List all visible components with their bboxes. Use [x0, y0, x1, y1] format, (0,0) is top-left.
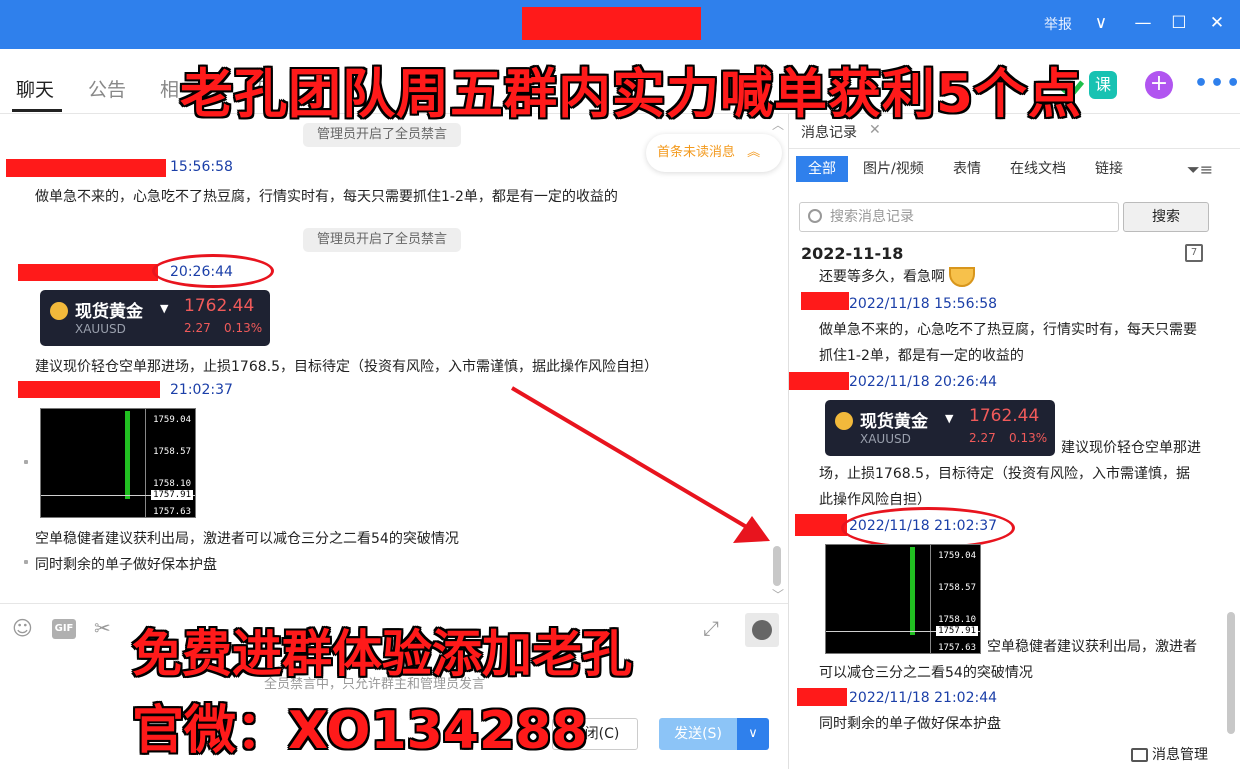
gold-quote-card[interactable]: 现货黄金 ▼ XAUUSD 1762.44 2.27 0.13% — [825, 400, 1055, 456]
chart-label: 1757.63 — [938, 643, 976, 653]
message-manage-icon — [1131, 748, 1148, 762]
gold-coin-icon — [835, 412, 853, 430]
search-icon — [808, 209, 822, 223]
redacted-sender — [789, 372, 849, 390]
gold-price: 1762.44 — [969, 406, 1040, 426]
gold-name: 现货黄金 — [860, 412, 928, 432]
date-heading: 2022-11-18 — [801, 244, 904, 263]
history-clock-icon[interactable] — [745, 613, 779, 647]
history-message: 可以减仓三分之二看54的突破情况 — [819, 665, 1033, 681]
search-button[interactable]: 搜索 — [1123, 202, 1209, 232]
gold-code: XAUUSD — [860, 432, 911, 446]
gold-change: 2.27 — [969, 431, 996, 445]
history-message: 还要等多久，看急啊 — [819, 264, 976, 290]
send-button[interactable]: 发送(S) — [659, 718, 737, 750]
filter-emoji[interactable]: 表情 — [941, 156, 993, 182]
history-message: 抓住1-2单，都是有一定的收益的 — [819, 348, 1024, 364]
history-message-text: 还要等多久，看急啊 — [819, 269, 945, 285]
promo-banner-top: 老孔团队周五群内实力喊单获利5个点 — [180, 64, 1082, 125]
chart-label: 1758.57 — [938, 583, 976, 593]
message-management-label: 消息管理 — [1152, 747, 1208, 763]
promo-banner-bottom-2: 官微：XO134288 — [132, 701, 588, 761]
grin-emoji-icon — [949, 267, 976, 287]
price-bar — [910, 547, 915, 635]
history-time: 2022/11/18 21:02:44 — [849, 690, 998, 706]
send-options-button[interactable]: ∨ — [737, 718, 769, 750]
divider — [789, 148, 1240, 149]
calendar-icon[interactable]: 7 — [1185, 244, 1203, 262]
expand-icon[interactable]: ⤢ — [703, 616, 719, 640]
filter-links[interactable]: 链接 — [1083, 156, 1135, 182]
history-message: 建议现价轻仓空单那进 — [1061, 440, 1201, 456]
redacted-sender — [801, 292, 849, 310]
gif-icon[interactable]: GIF — [52, 619, 76, 639]
chart-divider — [930, 545, 931, 653]
search-placeholder: 搜索消息记录 — [830, 209, 914, 225]
gold-percent: 0.13% — [1009, 431, 1048, 445]
history-time: 2022/11/18 20:26:44 — [849, 374, 998, 390]
scissors-icon[interactable]: ✂ — [94, 616, 111, 640]
message-management-button[interactable]: 消息管理 — [1131, 744, 1208, 764]
filter-all[interactable]: 全部 — [796, 156, 848, 182]
history-message: 场，止损1768.5，目标待定（投资有风险，入市需谨慎，据 — [819, 466, 1190, 482]
filter-funnel-icon[interactable]: ⏷≡ — [1187, 160, 1213, 180]
chat-window: 举报 ∨ — ☐ ✕ 聊天 公告 相 设 课 + ••• 管理员开启了全员禁言 … — [0, 0, 1240, 769]
highlight-ellipse — [841, 507, 1015, 549]
filter-docs[interactable]: 在线文档 — [998, 156, 1078, 182]
redacted-sender — [795, 514, 847, 536]
history-message: 做单急不来的，心急吃不了热豆腐，行情实时有，每天只需要 — [819, 322, 1197, 338]
arrow-shaft — [510, 386, 757, 534]
caret-down-icon: ▼ — [945, 412, 954, 425]
history-time: 2022/11/18 15:56:58 — [849, 296, 998, 312]
price-chart-image[interactable]: 1759.04 1758.57 1758.10 1757.91 1757.63 — [825, 544, 981, 654]
redacted-sender — [797, 688, 847, 706]
chart-label: 1759.04 — [938, 551, 976, 561]
chart-price-tag: 1757.91 — [936, 626, 978, 636]
chart-label: 1758.10 — [938, 615, 976, 625]
promo-banner-bottom-1: 免费进群体验添加老孔 — [132, 625, 632, 683]
history-message: 空单稳健者建议获利出局，激进者 — [987, 639, 1197, 655]
history-message: 同时剩余的单子做好保本护盘 — [819, 716, 1001, 732]
filter-media[interactable]: 图片/视频 — [851, 156, 936, 182]
emoji-icon[interactable]: ☺ — [12, 616, 33, 640]
message-history-panel: 消息记录 ✕ 全部 图片/视频 表情 在线文档 链接 ⏷≡ 搜索消息记录 搜索 … — [788, 114, 1240, 769]
history-search-input[interactable]: 搜索消息记录 — [799, 202, 1119, 232]
history-scrollbar[interactable] — [1227, 612, 1235, 734]
